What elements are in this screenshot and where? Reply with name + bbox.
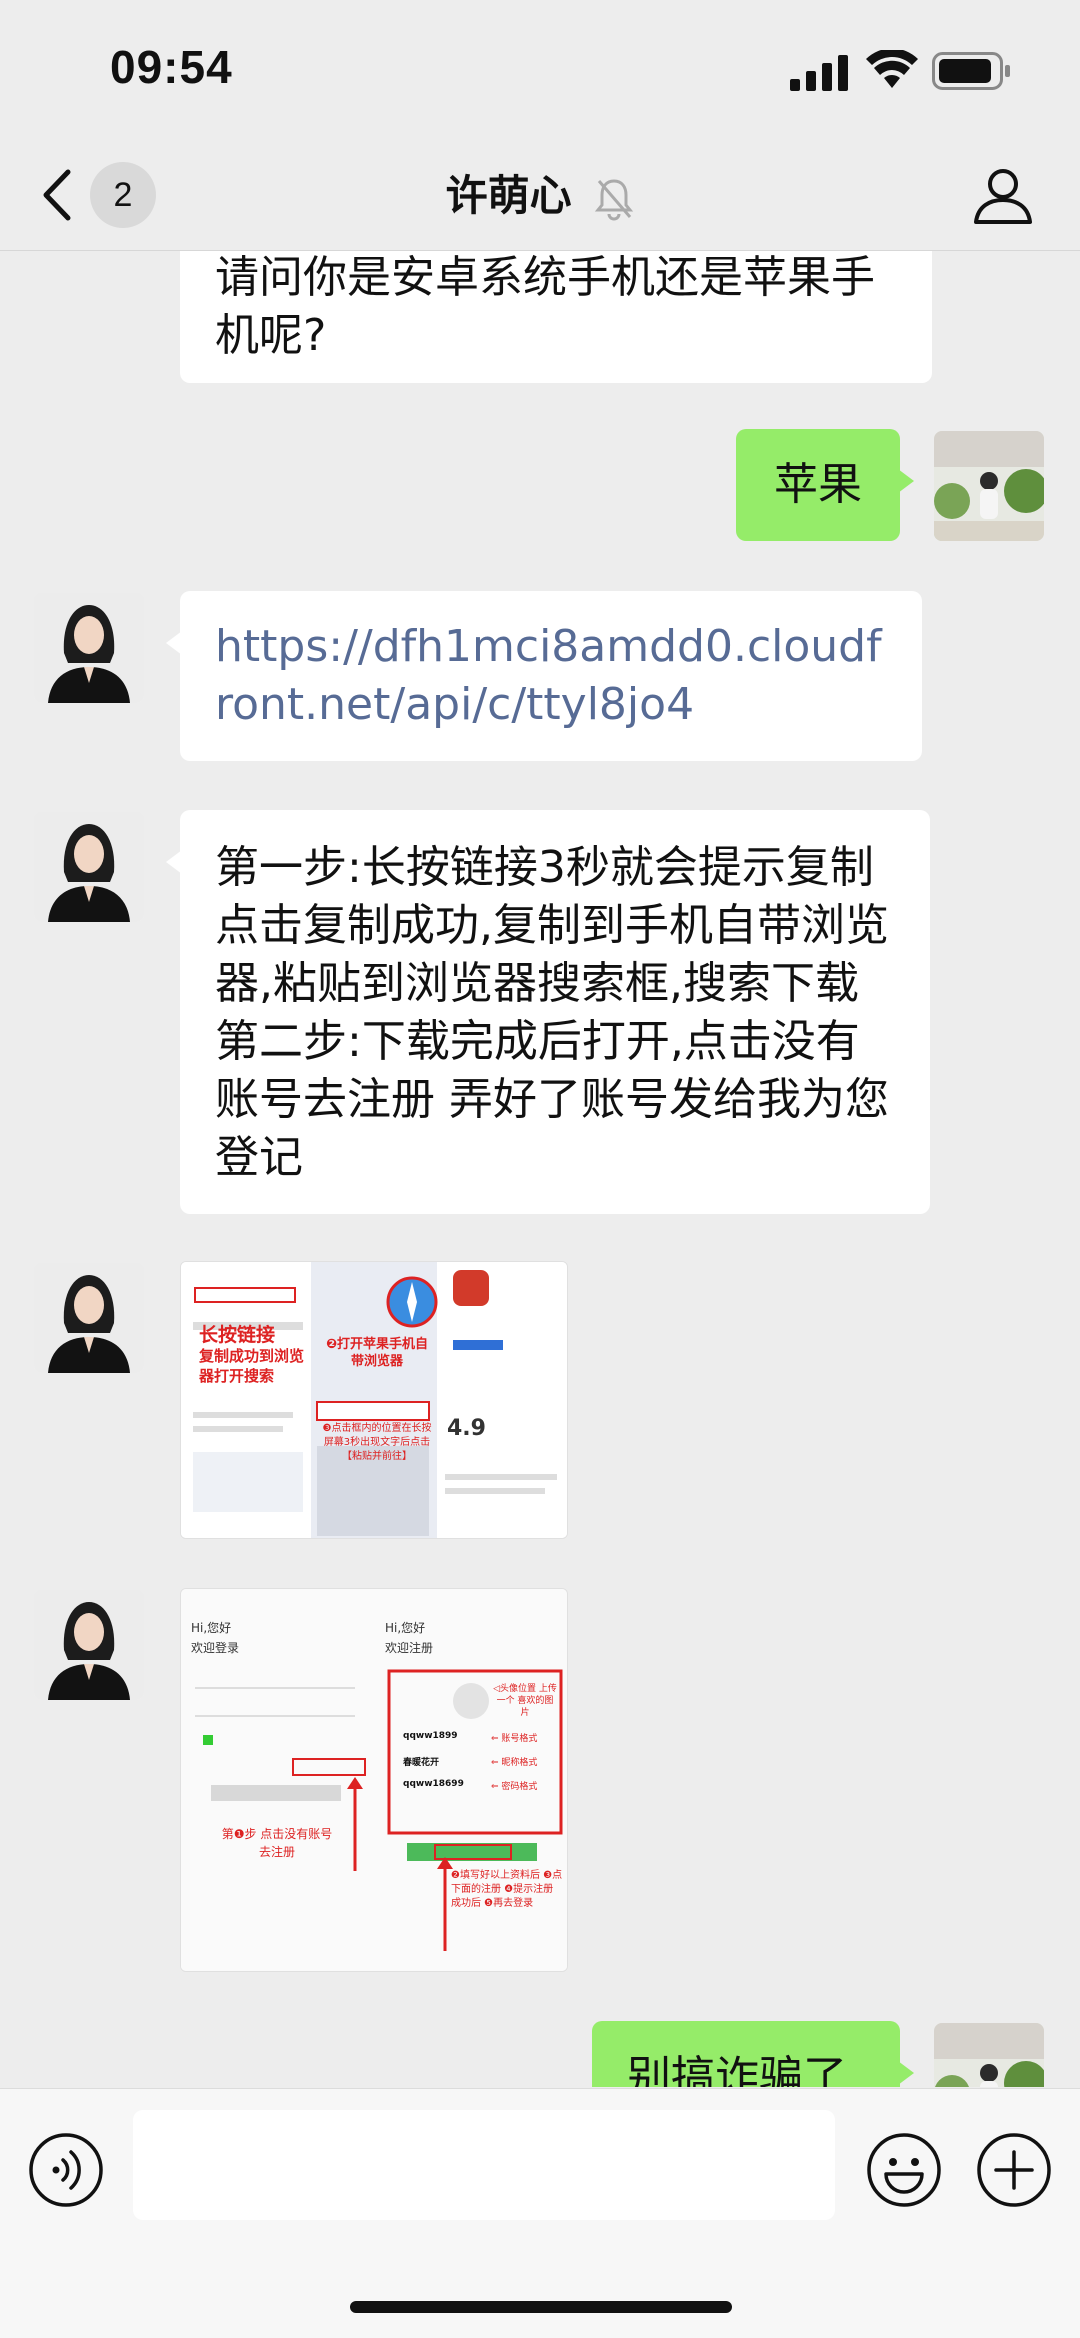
self-avatar[interactable] bbox=[934, 2023, 1044, 2087]
tutorial-caption-1: 长按链接 bbox=[199, 1324, 276, 1346]
tutorial-caption-3: ❷打开苹果手机自带浏览器 bbox=[325, 1337, 428, 1369]
app-rating: 4.9 bbox=[447, 1416, 486, 1441]
contact-avatar[interactable] bbox=[34, 1590, 144, 1700]
self-avatar-image bbox=[934, 2023, 1044, 2087]
login-greeting: Hi,您好 bbox=[191, 1621, 232, 1635]
nickname-format-label: ⇐ 昵称格式 bbox=[491, 1758, 538, 1768]
image-message-tutorial-2[interactable]: Hi,您好 欢迎登录 第❶步 点击没有账号去注册 Hi,您好 欢迎注册 ◁头像位… bbox=[180, 1588, 568, 1972]
url-link[interactable]: https://dfh1mci8amdd0.cloudfront.net/api… bbox=[180, 591, 922, 734]
login-subtitle: 欢迎登录 bbox=[191, 1641, 240, 1655]
tutorial-caption-2: 复制成功到浏览器打开搜索 bbox=[199, 1347, 305, 1385]
voice-icon[interactable] bbox=[28, 2132, 104, 2208]
register-steps-note: ❷填写好以上资料后 ❸点下面的注册 ❹提示注册成功后 ❺再去登录 bbox=[451, 1870, 563, 1909]
incoming-message-bubble[interactable]: 第一步:长按链接3秒就会提示复制点击复制成功,复制到手机自带浏览器,粘贴到浏览器… bbox=[166, 810, 930, 1214]
incoming-message-bubble[interactable]: https://dfh1mci8amdd0.cloudfront.net/api… bbox=[166, 591, 922, 761]
self-avatar-image bbox=[934, 431, 1044, 541]
account-format-label: ⇐ 账号格式 bbox=[491, 1734, 538, 1744]
outgoing-message-bubble[interactable]: 苹果 bbox=[736, 429, 914, 541]
register-subtitle: 欢迎注册 bbox=[385, 1641, 434, 1655]
emoji-icon[interactable] bbox=[866, 2132, 942, 2208]
nickname-example: 春暖花开 bbox=[403, 1758, 440, 1768]
password-format-label: ⇐ 密码格式 bbox=[491, 1782, 538, 1792]
message-text: 第一步:长按链接3秒就会提示复制点击复制成功,复制到手机自带浏览器,粘贴到浏览器… bbox=[215, 842, 889, 1183]
chat-title: 许萌心 bbox=[445, 171, 572, 220]
tutorial-caption-4: ❸点击框内的位置在长按屏幕3秒出现文字后点击【粘贴并前往】 bbox=[322, 1423, 432, 1462]
contact-avatar-image bbox=[34, 1590, 144, 1700]
avatar-upload-note: ◁头像位置 上传一个 喜欢的图片 bbox=[493, 1684, 557, 1718]
tutorial-image-1 bbox=[181, 1262, 567, 1538]
message-list[interactable]: 请问你是安卓系统手机还是苹果手机呢? 苹果 https://dfh1mci8am… bbox=[0, 251, 1080, 2087]
outgoing-message-bubble[interactable]: 别搞诈骗了 bbox=[592, 2021, 914, 2087]
register-greeting: Hi,您好 bbox=[385, 1621, 426, 1635]
image-message-tutorial-1[interactable]: 长按链接 复制成功到浏览器打开搜索 ❷打开苹果手机自带浏览器 ❸点击框内的位置在… bbox=[180, 1261, 568, 1539]
message-text: 苹果 bbox=[774, 459, 862, 510]
contact-avatar[interactable] bbox=[34, 1263, 144, 1373]
battery-icon bbox=[932, 52, 1010, 90]
mute-bell-icon bbox=[595, 178, 634, 220]
contact-avatar[interactable] bbox=[34, 593, 144, 703]
message-text: 别搞诈骗了 bbox=[627, 2052, 847, 2087]
wifi-icon bbox=[866, 50, 918, 88]
status-bar: 09:54 bbox=[0, 0, 1080, 140]
login-step-note: 第❶步 点击没有账号去注册 bbox=[221, 1827, 333, 1859]
input-bar bbox=[0, 2088, 1080, 2338]
contact-avatar[interactable] bbox=[34, 812, 144, 922]
message-input[interactable] bbox=[133, 2110, 835, 2220]
cellular-signal-icon bbox=[790, 55, 848, 91]
chat-title-wrap: 许萌心 bbox=[0, 162, 1080, 223]
home-indicator bbox=[350, 2301, 732, 2313]
self-avatar[interactable] bbox=[934, 431, 1044, 541]
incoming-message-bubble[interactable]: 请问你是安卓系统手机还是苹果手机呢? bbox=[180, 251, 932, 383]
chat-header: 2 许萌心 bbox=[0, 140, 1080, 251]
contact-avatar-image bbox=[34, 1263, 144, 1373]
message-text: 请问你是安卓系统手机还是苹果手机呢? bbox=[215, 252, 875, 361]
contact-avatar-image bbox=[34, 812, 144, 922]
contact-avatar-image bbox=[34, 593, 144, 703]
account-example: qqww1899 bbox=[403, 1731, 458, 1741]
plus-icon[interactable] bbox=[976, 2132, 1052, 2208]
profile-icon[interactable] bbox=[970, 162, 1036, 228]
password-example: qqww18699 bbox=[403, 1779, 464, 1789]
status-time: 09:54 bbox=[110, 41, 233, 93]
